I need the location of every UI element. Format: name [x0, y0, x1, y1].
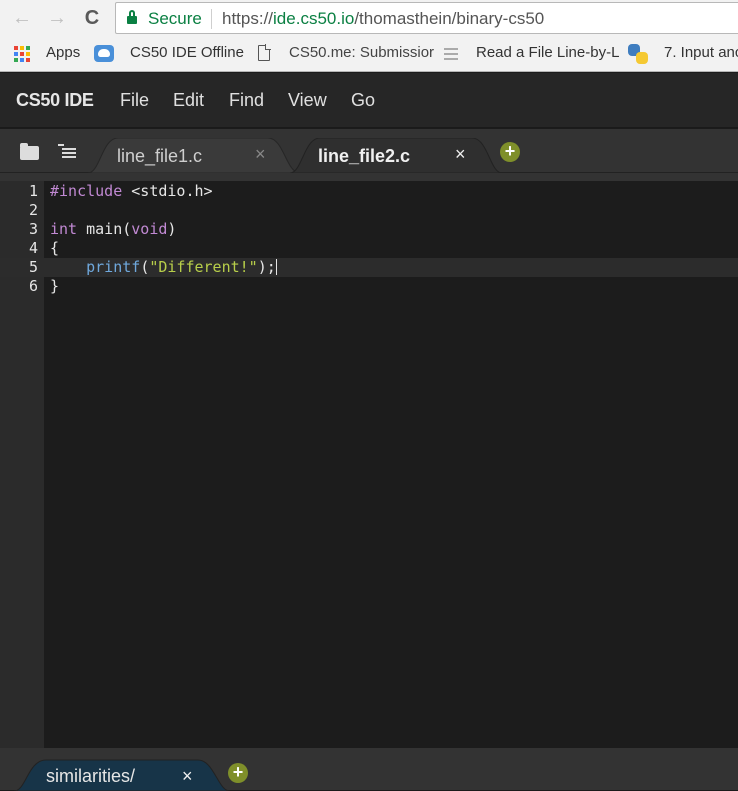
tab-line-file2[interactable]: line_file2.c ×	[290, 138, 502, 173]
code-token: {	[50, 239, 60, 257]
list-icon	[444, 48, 458, 60]
line-number: 2	[28, 201, 38, 219]
tab-similarities[interactable]: similarities/ ×	[14, 756, 230, 791]
url-host: ide.cs50.io	[273, 9, 355, 28]
apps-grid-dot	[20, 52, 24, 56]
code-line[interactable]: int main(void)	[50, 220, 176, 238]
forward-button[interactable]: →	[45, 6, 69, 30]
tab-label: line_file1.c	[117, 146, 203, 166]
add-tab-button[interactable]: +	[228, 763, 248, 783]
menu-file[interactable]: File	[120, 90, 149, 111]
apps-grid-icon[interactable]	[14, 46, 30, 62]
outline-icon[interactable]	[58, 144, 76, 160]
line-number: 4	[28, 239, 38, 257]
cloud-icon	[94, 45, 114, 62]
tab-line-file1[interactable]: line_file1.c ×	[88, 138, 300, 173]
ide-brand: CS50 IDE	[16, 90, 94, 110]
plus-icon: +	[232, 762, 244, 782]
tabbar-underline	[0, 173, 738, 181]
bookmark-read-file[interactable]: Read a File Line-by-L	[476, 44, 619, 61]
menu-edit[interactable]: Edit	[173, 90, 204, 111]
folder-icon[interactable]	[20, 143, 39, 160]
bookmark-input-output[interactable]: 7. Input anc	[664, 44, 738, 61]
browser-toolbar: ← → C Secure https://ide.cs50.io/thomast…	[0, 0, 738, 36]
close-icon[interactable]: ×	[182, 766, 193, 787]
code-token: #include	[50, 182, 123, 200]
security-label: Secure	[148, 9, 202, 28]
bookmark-cs50-me[interactable]: CS50.me: Submissior	[289, 44, 434, 61]
reload-button[interactable]: C	[80, 6, 104, 30]
code-line[interactable]: printf("Different!");	[50, 258, 277, 276]
code-token: int	[50, 220, 78, 238]
code-line[interactable]: {	[50, 239, 59, 257]
python-icon	[628, 44, 648, 64]
code-token: printf	[86, 258, 141, 276]
arrow-left-icon: ←	[12, 6, 32, 29]
line-number: 5	[28, 258, 38, 276]
bookmark-apps[interactable]: Apps	[46, 44, 80, 61]
omnibox-divider	[211, 9, 212, 29]
apps-grid-dot	[20, 46, 24, 50]
code-token: )	[167, 220, 177, 238]
apps-grid-dot	[26, 46, 30, 50]
back-button[interactable]: ←	[10, 6, 34, 30]
tab-label: similarities/	[46, 766, 136, 786]
close-icon[interactable]: ×	[255, 144, 266, 165]
code-token: (	[140, 258, 150, 276]
code-token: }	[50, 277, 60, 295]
menu-find[interactable]: Find	[229, 90, 264, 111]
apps-grid-dot	[14, 52, 18, 56]
address-bar[interactable]: Secure https://ide.cs50.io/thomasthein/b…	[115, 2, 738, 34]
close-icon[interactable]: ×	[455, 144, 466, 165]
ide-menubar: CS50 IDE File Edit Find View Go	[0, 73, 738, 128]
lock-icon	[127, 10, 137, 24]
apps-grid-dot	[20, 58, 24, 62]
bookmark-cs50-ide-offline[interactable]: CS50 IDE Offline	[130, 44, 244, 61]
code-token: "Different!"	[149, 258, 258, 276]
text-cursor	[275, 259, 277, 275]
apps-grid-dot	[26, 58, 30, 62]
menu-view[interactable]: View	[288, 90, 327, 111]
code-token: main(	[77, 220, 132, 238]
editor-tabbar: line_file1.c × line_file2.c × +	[0, 129, 738, 173]
tab-label: line_file2.c	[318, 146, 411, 166]
code-line[interactable]: }	[50, 277, 59, 295]
line-number: 3	[28, 220, 38, 238]
apps-grid-dot	[14, 58, 18, 62]
apps-grid-dot	[14, 46, 18, 50]
line-number: 6	[28, 277, 38, 295]
url-path: /thomasthein/binary-cs50	[354, 9, 545, 28]
apps-grid-dot	[26, 52, 30, 56]
menu-go[interactable]: Go	[351, 90, 375, 111]
code-token: );	[257, 258, 276, 276]
url-scheme: https://	[222, 9, 274, 28]
line-number: 1	[28, 182, 38, 200]
url-text[interactable]: https://ide.cs50.io/thomasthein/binary-c…	[222, 9, 544, 29]
code-token: <stdio.h>	[122, 182, 213, 200]
add-tab-button[interactable]: +	[500, 142, 520, 162]
code-token: void	[131, 220, 168, 238]
bookmarks-bar: Apps CS50 IDE Offline CS50.me: Submissio…	[0, 36, 738, 72]
bottom-panel-tabbar: similarities/ × +	[0, 748, 738, 791]
document-icon	[258, 44, 271, 61]
arrow-right-icon: →	[47, 6, 67, 29]
plus-icon: +	[504, 141, 516, 161]
code-line[interactable]: #include <stdio.h>	[50, 182, 213, 200]
reload-icon: C	[84, 6, 100, 29]
